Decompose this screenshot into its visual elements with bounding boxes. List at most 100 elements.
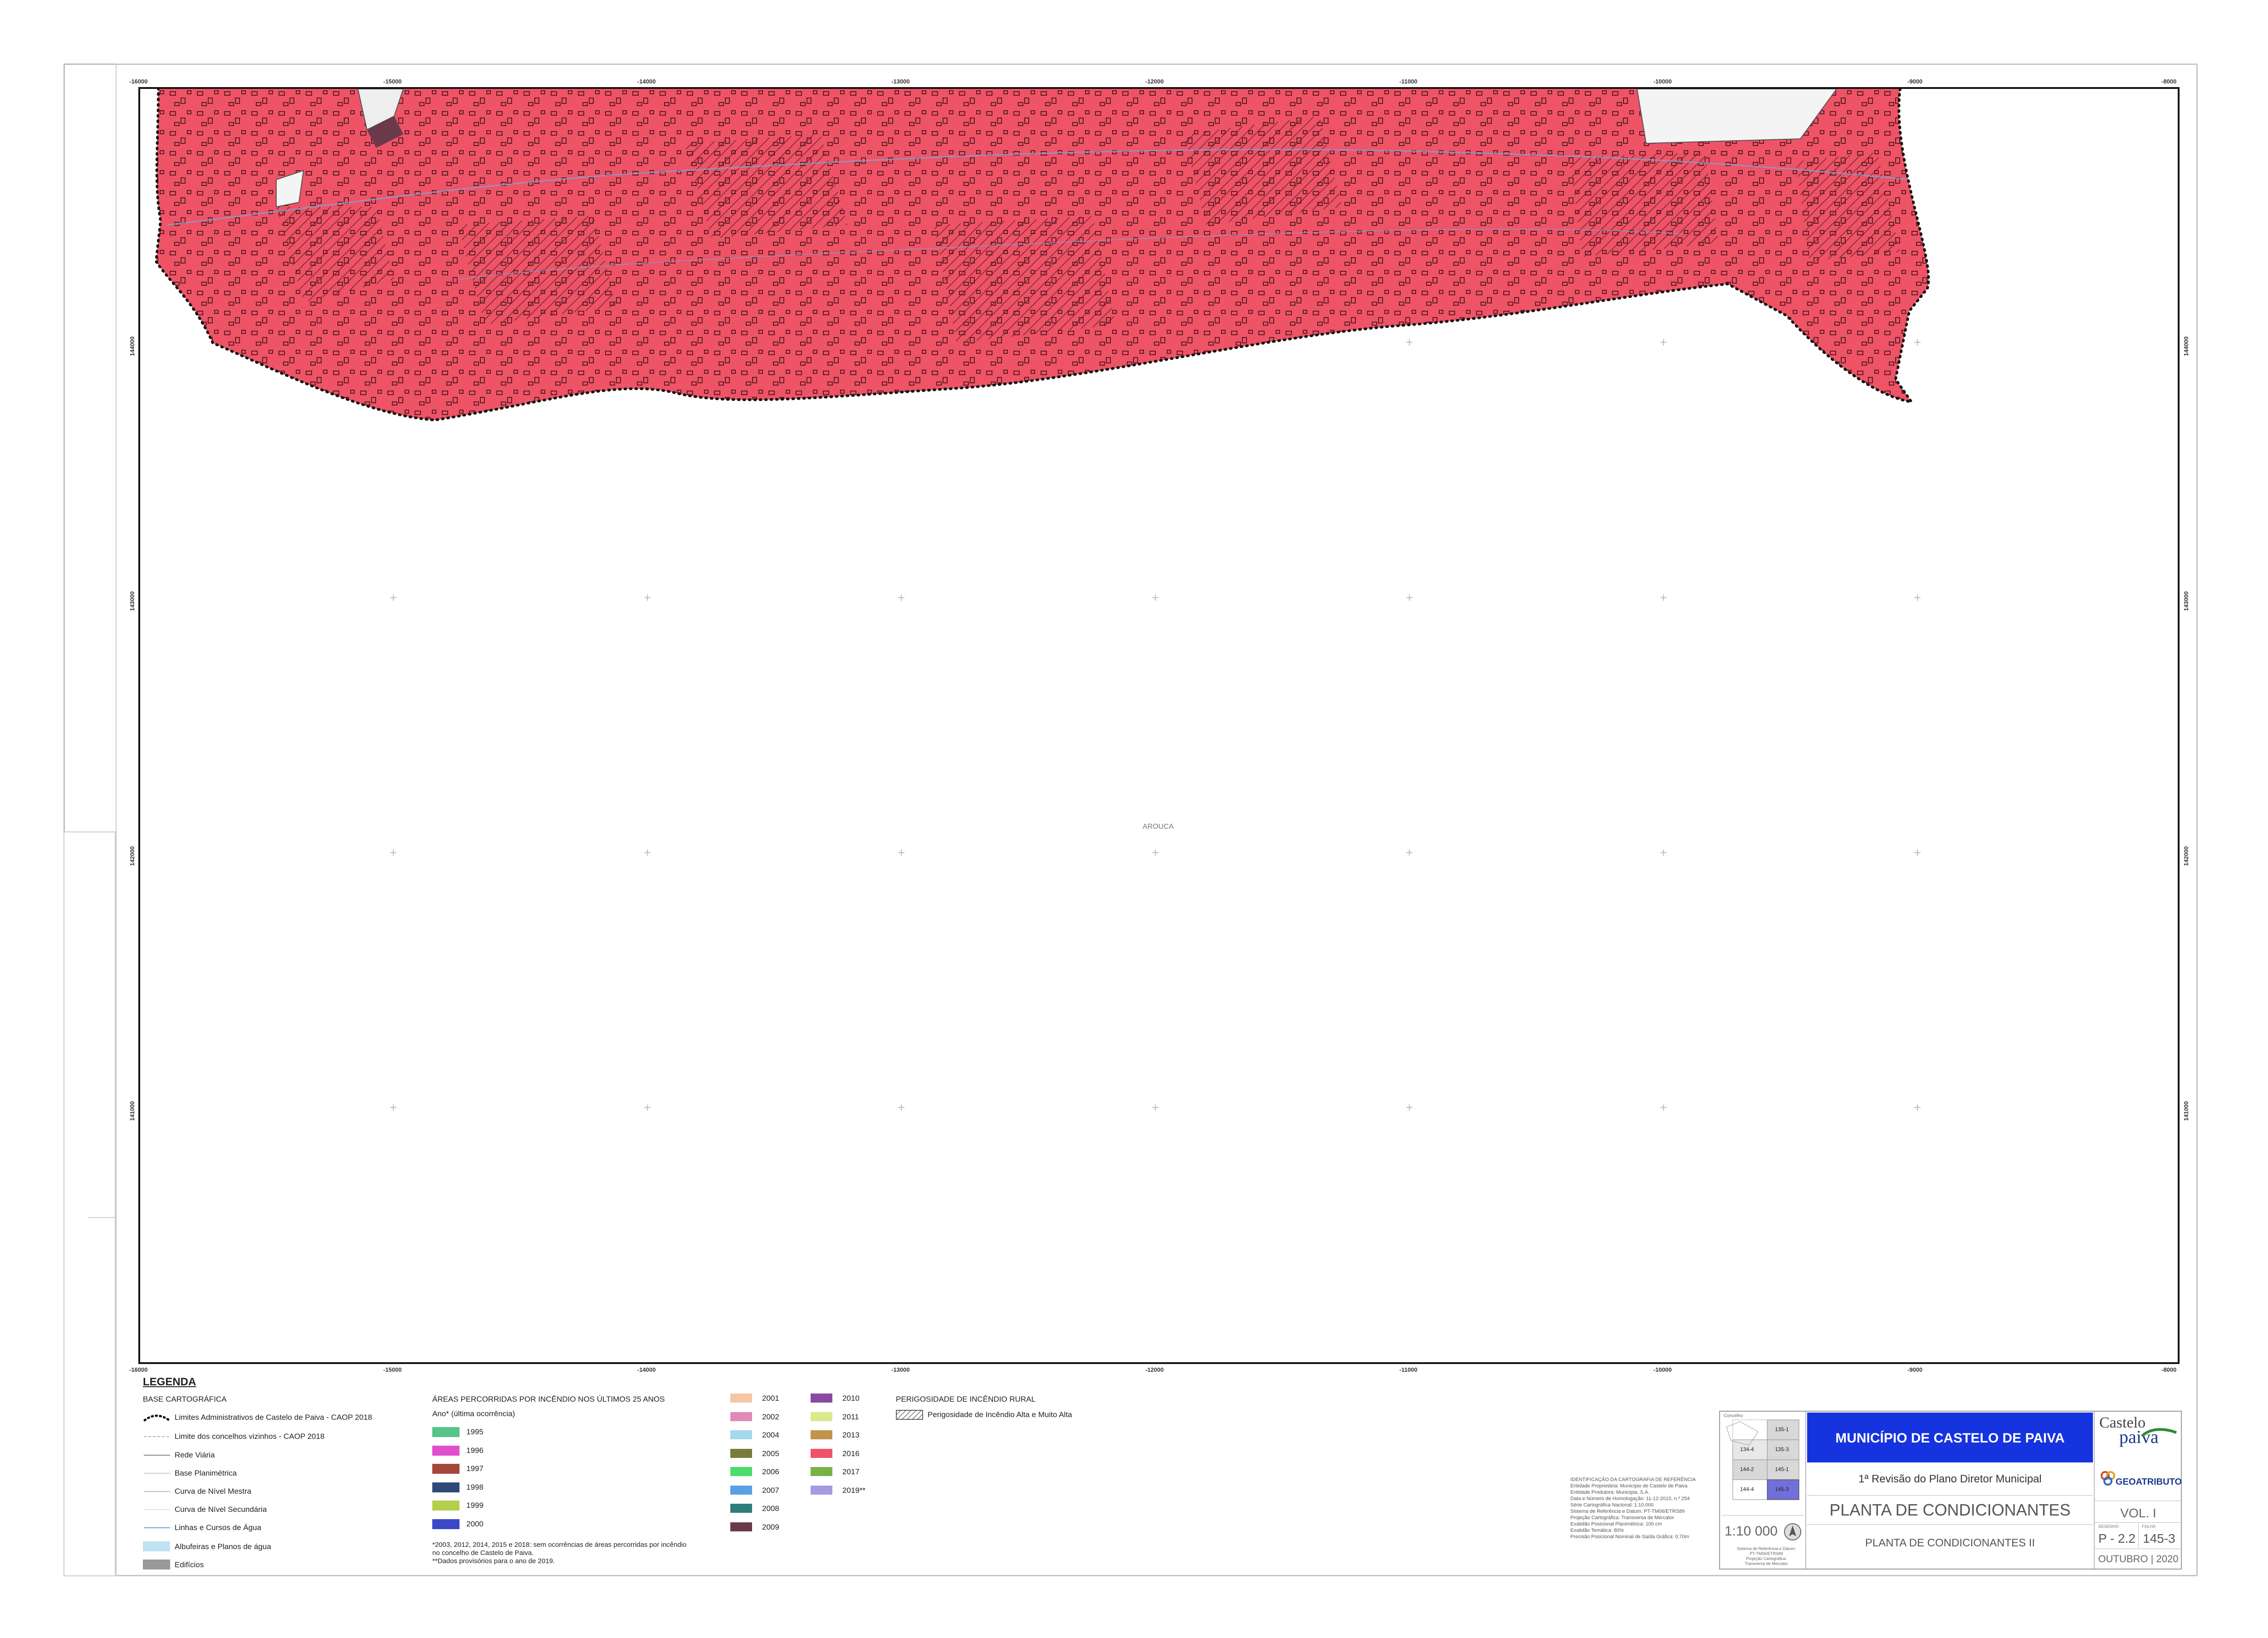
legend-year-item: 2016	[811, 1448, 860, 1458]
grid-cross: +	[390, 591, 397, 605]
id-line: Exatidão Temática: 80%	[1570, 1528, 1624, 1533]
contour-line-icon	[144, 1509, 170, 1510]
year-color-swatch	[811, 1412, 832, 1421]
grid-cross: +	[1152, 1100, 1159, 1115]
footnote: *2003, 2012, 2014, 2015 e 2018: sem ocor…	[432, 1541, 687, 1549]
logo-text-geoatributo: GEOATRIBUTO	[2116, 1477, 2182, 1487]
legend-year-item: 1996	[432, 1445, 484, 1456]
hatch-swatch	[896, 1410, 923, 1420]
year-label: 2009	[762, 1522, 779, 1531]
cartography-id-block: IDENTIFICAÇÃO DA CARTOGRAFIA DE REFERÊNC…	[1570, 1477, 1706, 1540]
year-label: 2001	[762, 1394, 779, 1403]
year-label: 1995	[466, 1428, 484, 1436]
hazard-zone	[1569, 152, 1719, 257]
legend-item: Base Planimétrica	[143, 1468, 237, 1481]
grid-cross: +	[898, 846, 905, 860]
legend-year-item: 2017	[811, 1467, 860, 1476]
legend-year-item: 2008	[730, 1504, 779, 1513]
legend-year-item: 2007	[730, 1485, 779, 1495]
legend-item-label: Limite dos concelhos vizinhos - CAOP 201…	[175, 1432, 325, 1441]
north-arrow-icon	[1784, 1523, 1801, 1540]
contour-line-icon	[144, 1491, 170, 1492]
legend-year-item: 2005	[730, 1448, 779, 1458]
drawing-number: P - 2.2	[2098, 1531, 2136, 1545]
year-color-swatch	[730, 1412, 752, 1421]
legend-year-item: 2006	[730, 1467, 779, 1476]
legend-year-item: 1998	[432, 1482, 484, 1492]
x-tick: -14000	[637, 1366, 656, 1373]
grid-cross: +	[1406, 591, 1413, 605]
legend-year-item: 1995	[432, 1427, 484, 1437]
legend-year-item: 2000	[432, 1519, 484, 1529]
year-label: 2017	[842, 1467, 860, 1476]
legend-item: Curva de Nível Mestra	[143, 1486, 251, 1499]
grid-cross: +	[1152, 846, 1159, 860]
hazard-zone	[1183, 116, 1342, 225]
grid-cross: +	[390, 846, 397, 860]
year-label: 2000	[466, 1519, 484, 1528]
map-frame[interactable]: + + + + + + + + + + + + + + + + + + + + …	[138, 87, 2180, 1364]
x-tick: -15000	[383, 78, 402, 85]
y-tick: 142000	[129, 846, 136, 866]
year-color-swatch	[811, 1448, 832, 1458]
legend-item-label: Limites Administrativos de Castelo de Pa…	[175, 1413, 372, 1422]
y-tick: 143000	[129, 591, 136, 611]
year-color-swatch	[432, 1427, 459, 1437]
revision-title: 1ª Revisão do Plano Diretor Municipal	[1858, 1473, 2042, 1485]
x-tick: -8000	[2161, 1366, 2177, 1373]
hazard-zone	[684, 134, 848, 239]
title-block: Concelho 135-1 134-4 135-3 144-2 145-1 1…	[1719, 1411, 2182, 1570]
year-label: 2005	[762, 1449, 779, 1458]
divider	[2095, 1522, 2182, 1523]
id-line: Série Cartográfica Nacional: 1:10.000	[1570, 1502, 1654, 1508]
year-label: 2019**	[842, 1486, 866, 1495]
year-color-swatch	[432, 1519, 459, 1529]
y-tick: 141000	[129, 1101, 136, 1121]
footnote: no concelho de Castelo de Paiva.	[432, 1549, 534, 1557]
drawing-caption: DESENHO	[2098, 1524, 2119, 1529]
divider	[2094, 1412, 2095, 1569]
grid-cross: +	[1660, 846, 1667, 860]
legend-year-item: 2001	[730, 1394, 779, 1403]
year-label: 1998	[466, 1482, 484, 1491]
x-tick: -14000	[637, 78, 656, 85]
year-color-swatch	[811, 1485, 832, 1495]
year-color-swatch	[811, 1430, 832, 1439]
x-tick: -11000	[1399, 1366, 1418, 1373]
y-tick: 144000	[129, 336, 136, 356]
legend-hazard-heading: PERIGOSIDADE DE INCÊNDIO RURAL	[896, 1395, 1036, 1403]
legend-year-item: 2009	[730, 1522, 779, 1531]
legend-item-label: Perigosidade de Incêndio Alta e Muito Al…	[928, 1410, 1072, 1419]
legend-year-item: 2019**	[811, 1485, 865, 1495]
building-swatch	[143, 1560, 170, 1570]
hazard-zone	[458, 216, 616, 325]
sheet-index-grid	[1726, 1419, 1799, 1500]
x-tick: -16000	[129, 1366, 148, 1373]
index-cell: 145-3	[1775, 1486, 1789, 1492]
year-color-swatch	[730, 1504, 752, 1513]
scale-note: PT-TM06/ETRS89	[1750, 1551, 1783, 1556]
x-tick: -12000	[1145, 1366, 1164, 1373]
legend-year-item: 2004	[730, 1430, 779, 1439]
index-cell: 135-1	[1775, 1426, 1789, 1433]
divider	[2138, 1523, 2139, 1548]
y-tick: 141000	[2183, 1101, 2190, 1121]
index-cell: 144-4	[1740, 1486, 1754, 1492]
index-cell: 135-3	[1775, 1446, 1789, 1452]
legend-item-label: Edifícios	[175, 1560, 204, 1569]
year-label: 2008	[762, 1504, 779, 1513]
grid-cross: +	[1406, 846, 1413, 860]
year-color-swatch	[432, 1464, 459, 1474]
x-tick: -13000	[891, 78, 910, 85]
year-color-swatch	[730, 1448, 752, 1458]
grid-cross: +	[1914, 591, 1921, 605]
x-tick: -16000	[129, 78, 148, 85]
year-label: 2006	[762, 1467, 779, 1476]
legend-burned-sub: Ano* (última ocorrência)	[432, 1409, 515, 1418]
scale-note: Transversa de Mercator	[1745, 1561, 1788, 1566]
margin-mark	[88, 1217, 116, 1218]
grid-cross: +	[898, 591, 905, 605]
year-label: 2004	[762, 1431, 779, 1439]
plan-date: OUTUBRO | 2020	[2098, 1553, 2179, 1565]
volume-label: VOL. I	[2120, 1506, 2156, 1520]
